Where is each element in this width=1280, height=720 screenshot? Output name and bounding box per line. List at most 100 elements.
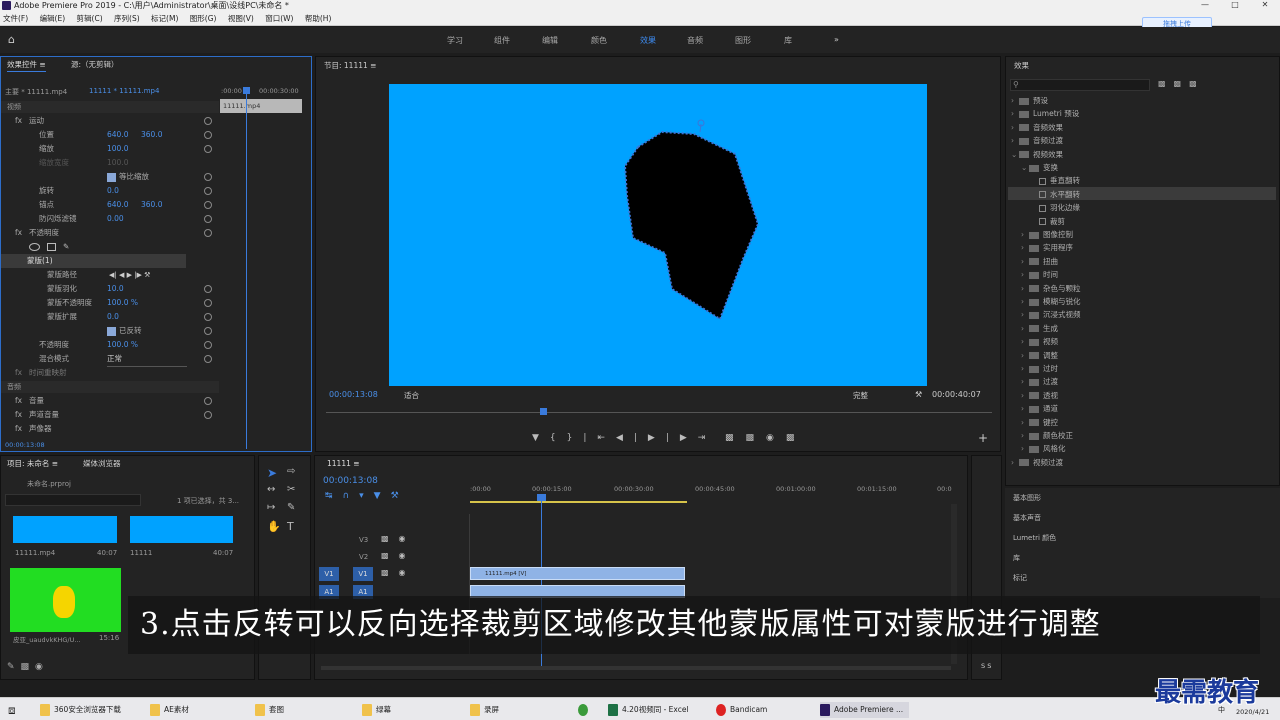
mask-expansion-row[interactable]: 蒙版扩展 0.0 bbox=[1, 310, 219, 324]
effects-tree-item[interactable]: › 风格化 bbox=[1021, 442, 1066, 455]
chevron-right-icon[interactable]: › bbox=[1021, 402, 1029, 415]
effects-tree-item[interactable]: ⌄ 视频效果 bbox=[1011, 148, 1063, 161]
taskbar-item-2[interactable]: 套图 bbox=[255, 702, 284, 718]
track-v1[interactable]: V1 bbox=[353, 567, 373, 581]
uniform-scale-row[interactable]: 等比缩放 bbox=[1, 170, 219, 184]
ellipse-mask-icon[interactable] bbox=[29, 243, 40, 251]
effects-tree-item[interactable]: › 过渡 bbox=[1021, 375, 1058, 388]
effects-tree-item[interactable]: › 预设 bbox=[1011, 94, 1048, 107]
chevron-right-icon[interactable]: › bbox=[1021, 362, 1029, 375]
effects-tree-item[interactable]: › 音频过渡 bbox=[1011, 134, 1063, 147]
timeline-hscroll[interactable] bbox=[321, 666, 951, 670]
workspace-audio[interactable]: 音频 bbox=[687, 35, 703, 46]
workspace-more-icon[interactable]: » bbox=[834, 35, 839, 44]
project-footer-icons[interactable]: ✎▩◉ bbox=[7, 662, 49, 672]
add-button-icon[interactable]: + bbox=[978, 431, 988, 445]
tab-sequence[interactable]: 11111 ≡ bbox=[327, 457, 360, 471]
selection-tool-icon[interactable]: ➤ bbox=[267, 466, 277, 480]
meter-solo[interactable]: S S bbox=[981, 662, 991, 670]
mask-feather-row[interactable]: 蒙版羽化 10.0 bbox=[1, 282, 219, 296]
timeline-playhead-handle[interactable] bbox=[537, 494, 546, 501]
taskbar-item-7[interactable]: Adobe Premiere ... bbox=[820, 702, 910, 718]
chevron-right-icon[interactable]: › bbox=[1021, 416, 1029, 429]
anchor-row[interactable]: 锚点 640.0 360.0 bbox=[1, 198, 219, 212]
razor-icon[interactable]: ✂ bbox=[287, 484, 295, 495]
windows-start-icon[interactable]: ⧈ bbox=[8, 702, 16, 718]
quality-dropdown[interactable]: 完整 bbox=[853, 390, 868, 401]
workspace-effects[interactable]: 效果 bbox=[640, 35, 656, 46]
hand-icon[interactable]: ✋ bbox=[267, 520, 281, 533]
chevron-right-icon[interactable]: › bbox=[1021, 228, 1029, 241]
workspace-assembly[interactable]: 组件 bbox=[494, 35, 510, 46]
effects-tree-item[interactable]: › 实用程序 bbox=[1021, 241, 1073, 254]
menu-sequence[interactable]: 序列(S) bbox=[114, 14, 140, 23]
rectangle-mask-icon[interactable] bbox=[47, 243, 56, 251]
program-title[interactable]: 节目: 11111 ≡ bbox=[324, 59, 376, 73]
taskbar-item-5[interactable]: 4.20视频同 - Excel bbox=[608, 702, 689, 718]
effects-tree-item[interactable]: › Lumetri 预设 bbox=[1011, 107, 1079, 120]
chevron-down-icon[interactable]: ⌄ bbox=[1011, 148, 1019, 161]
mask-opacity-row[interactable]: 蒙版不透明度 100.0 % bbox=[1, 296, 219, 310]
track-v2-controls[interactable]: ▩◉ bbox=[381, 551, 416, 560]
ec-playhead[interactable] bbox=[246, 89, 247, 449]
chevron-right-icon[interactable]: › bbox=[1021, 322, 1029, 335]
transport-controls[interactable]: ▼{}|⇤◀|▶|▶⇥ bbox=[532, 433, 716, 443]
menu-window[interactable]: 窗口(W) bbox=[265, 14, 293, 23]
tab-effect-controls[interactable]: 效果控件 ≡ bbox=[7, 58, 46, 72]
effect-filter-icons[interactable]: ▩▩▩ bbox=[1158, 79, 1205, 88]
taskbar-item-4[interactable]: 录屏 bbox=[470, 702, 499, 718]
chevron-right-icon[interactable]: › bbox=[1021, 375, 1029, 388]
source-v1[interactable]: V1 bbox=[319, 567, 339, 581]
effects-tree-item[interactable]: › 图像控制 bbox=[1021, 228, 1073, 241]
program-scrubber[interactable] bbox=[326, 412, 992, 413]
menu-graphics[interactable]: 图形(G) bbox=[190, 14, 217, 23]
inverted-row[interactable]: 已反转 bbox=[1, 324, 219, 338]
chevron-right-icon[interactable]: › bbox=[1021, 389, 1029, 402]
effects-tree-item[interactable]: › 扭曲 bbox=[1021, 255, 1058, 268]
chevron-right-icon[interactable]: › bbox=[1011, 107, 1019, 120]
track-v2[interactable]: V2 bbox=[359, 553, 368, 561]
position-row[interactable]: 位置 640.0 360.0 bbox=[1, 128, 219, 142]
effects-tree-item[interactable]: › 时间 bbox=[1021, 268, 1058, 281]
chevron-right-icon[interactable]: › bbox=[1021, 241, 1029, 254]
opacity-row[interactable]: 不透明度 100.0 % bbox=[1, 338, 219, 352]
tab-project[interactable]: 项目: 未命名 ≡ bbox=[7, 457, 58, 471]
close-icon[interactable]: ✕ bbox=[1250, 0, 1280, 12]
effects-tree-item[interactable]: 水平翻转 bbox=[1031, 188, 1080, 201]
effects-tree-item[interactable]: › 过时 bbox=[1021, 362, 1058, 375]
workspace-graphics[interactable]: 图形 bbox=[735, 35, 751, 46]
slip-icon[interactable]: ↦ bbox=[267, 502, 275, 513]
chevron-right-icon[interactable]: › bbox=[1011, 456, 1019, 469]
effects-tree-item[interactable]: › 杂色与颗粒 bbox=[1021, 282, 1081, 295]
sequence-clip-label[interactable]: 11111 * 11111.mp4 bbox=[89, 87, 159, 95]
workspace-color[interactable]: 颜色 bbox=[591, 35, 607, 46]
lumetri-color-panel[interactable]: Lumetri 颜色 bbox=[1013, 533, 1056, 543]
effects-tree-item[interactable]: › 颜色校正 bbox=[1021, 429, 1073, 442]
blend-mode-row[interactable]: 混合模式 正常 bbox=[1, 352, 219, 367]
master-clip-label[interactable]: 主要 * 11111.mp4 bbox=[5, 87, 67, 97]
channel-volume-row[interactable]: fx 声道音量 bbox=[1, 408, 219, 422]
time-remap-row[interactable]: fx 时间重映射 bbox=[1, 366, 219, 380]
fit-dropdown[interactable]: 适合 bbox=[404, 390, 419, 401]
pen-mask-icon[interactable]: ✎ bbox=[63, 240, 69, 254]
timeline-timecode[interactable]: 00:00:13:08 bbox=[323, 476, 378, 486]
effects-tree-item[interactable]: › 音频效果 bbox=[1011, 121, 1063, 134]
ripple-edit-icon[interactable]: ↔ bbox=[267, 484, 275, 495]
effects-tree-item[interactable]: › 键控 bbox=[1021, 416, 1058, 429]
effects-tree-item[interactable]: › 通道 bbox=[1021, 402, 1058, 415]
effects-tree-item[interactable]: 垂直翻转 bbox=[1031, 174, 1080, 187]
effects-tree-item[interactable]: 羽化边缘 bbox=[1031, 201, 1080, 214]
libraries-panel[interactable]: 库 bbox=[1013, 553, 1020, 563]
effects-tree-item[interactable]: › 调整 bbox=[1021, 349, 1058, 362]
thumbnail-clip[interactable] bbox=[13, 516, 117, 543]
effects-tree-item[interactable]: › 生成 bbox=[1021, 322, 1058, 335]
menu-markers[interactable]: 标记(M) bbox=[151, 14, 178, 23]
effects-tree-item[interactable]: › 沉浸式视频 bbox=[1021, 308, 1081, 321]
effects-tree-item[interactable]: › 透视 bbox=[1021, 389, 1058, 402]
menu-file[interactable]: 文件(F) bbox=[3, 14, 28, 23]
volume-row[interactable]: fx 音量 bbox=[1, 394, 219, 408]
taskbar-item-3[interactable]: 绿幕 bbox=[362, 702, 391, 718]
program-timecode[interactable]: 00:00:13:08 bbox=[329, 390, 378, 399]
panner-row[interactable]: fx 声像器 bbox=[1, 422, 219, 436]
timeline-tool-icons[interactable]: ↹∩▾▼⚒ bbox=[325, 491, 409, 501]
